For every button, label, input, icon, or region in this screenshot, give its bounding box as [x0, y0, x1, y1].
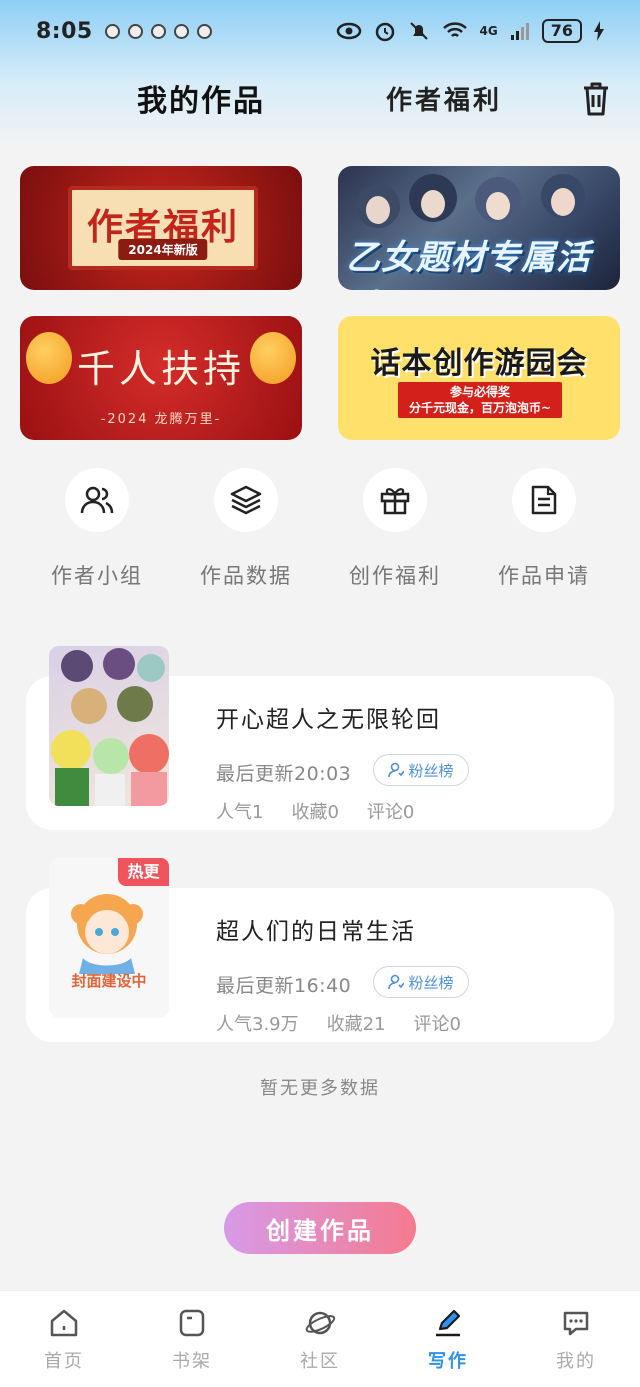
banner-otome-event[interactable]: 乙女题材专属活动 [338, 166, 620, 290]
alarm-icon [375, 22, 394, 42]
status-bar: 8:05 4G 76 [0, 0, 640, 62]
pen-icon [436, 1309, 461, 1337]
person-icon [388, 762, 405, 778]
quick-action-label: 创作福利 [349, 564, 441, 588]
nav-item-bookshelf[interactable]: 书架 [128, 1291, 256, 1387]
tab-author-welfare[interactable]: 作者福利 [386, 80, 502, 117]
mute-icon [409, 22, 428, 40]
quick-action-label: 作品数据 [200, 564, 292, 588]
work-title[interactable]: 开心超人之无限轮回 [216, 700, 441, 734]
page-header: 我的作品 作者福利 [0, 72, 640, 122]
banner-subtitle: -2024 龙腾万里- [100, 412, 222, 427]
tab-my-works[interactable]: 我的作品 [137, 76, 265, 120]
stat-favorites: 收藏21 [326, 1014, 386, 1035]
nav-item-writing[interactable]: 写作 [384, 1291, 512, 1387]
cover-illustration [51, 648, 169, 806]
network-type: 4G [479, 24, 498, 38]
gift-icon [363, 468, 427, 532]
cover-placeholder-text: 封面建设中 [71, 972, 147, 990]
home-icon [50, 1309, 78, 1337]
nav-item-home[interactable]: 首页 [0, 1291, 128, 1387]
quick-action-label: 作品申请 [498, 564, 590, 588]
banner-subtitle-line: 分千元现金，百万泡泡币~ [408, 401, 552, 415]
nav-label: 首页 [44, 1351, 84, 1372]
nav-label: 我的 [556, 1351, 596, 1372]
quick-action-creation-welfare[interactable]: 创作福利 [330, 468, 460, 590]
signal-icon [510, 23, 529, 40]
fans-ranking-label: 粉丝榜 [408, 761, 454, 780]
hot-update-badge: 热更 [118, 858, 169, 886]
create-work-button[interactable]: 创建作品 [224, 1202, 416, 1254]
status-time: 8:05 [36, 18, 93, 44]
people-icon [65, 468, 129, 532]
app-notification-icon [150, 23, 166, 39]
banner-story-fair[interactable]: 话本创作游园会 参与必得奖 分千元现金，百万泡泡币~ [338, 316, 620, 440]
chat-icon [563, 1311, 589, 1336]
fans-ranking-button[interactable]: 粉丝榜 [373, 754, 469, 786]
stat-favorites: 收藏0 [291, 802, 339, 823]
stat-popularity: 人气1 [216, 802, 264, 823]
banner-subtitle-line: 参与必得奖 [449, 385, 510, 399]
person-icon [388, 974, 405, 990]
banner-title: 千人扶持 [76, 347, 245, 391]
nav-item-mine[interactable]: 我的 [512, 1291, 640, 1387]
work-cover-image[interactable] [49, 646, 169, 806]
eye-icon [336, 22, 361, 40]
no-more-data-text: 暂无更多数据 [260, 1078, 380, 1099]
banner-author-welfare[interactable]: 作者福利 2024年新版 [20, 166, 302, 290]
stat-comments: 评论0 [366, 802, 415, 823]
fans-ranking-label: 粉丝榜 [408, 973, 454, 992]
bottom-nav: 首页 书架 社区 写作 我的 [0, 1290, 640, 1387]
stat-comments: 评论0 [413, 1014, 461, 1035]
quick-action-work-application[interactable]: 作品申请 [479, 468, 609, 590]
work-stats: 人气3.9万 收藏21 评论0 [216, 1010, 461, 1036]
nav-label: 写作 [428, 1351, 468, 1372]
work-last-updated: 最后更新16:40 [216, 975, 352, 997]
battery-indicator: 76 [541, 19, 582, 43]
quick-action-work-data[interactable]: 作品数据 [181, 468, 311, 590]
nav-label: 书架 [172, 1351, 212, 1372]
document-icon [512, 468, 576, 532]
nav-label: 社区 [300, 1351, 340, 1372]
quick-action-author-group[interactable]: 作者小组 [32, 468, 162, 590]
fans-ranking-button[interactable]: 粉丝榜 [373, 966, 469, 998]
notification-icons [104, 23, 212, 39]
work-stats: 人气1 收藏0 评论0 [216, 798, 414, 824]
app-notification-icon [173, 23, 189, 39]
planet-icon [305, 1311, 336, 1335]
bookshelf-icon [179, 1309, 205, 1337]
app-notification-icon [127, 23, 143, 39]
work-title[interactable]: 超人们的日常生活 [216, 912, 416, 946]
banner-scroll-decoration: 作者福利 2024年新版 [68, 186, 258, 270]
app-notification-icon [104, 23, 120, 39]
quick-action-label: 作者小组 [51, 564, 143, 588]
banner-title: 乙女题材专属活动 [346, 238, 591, 290]
banner-thousand-support[interactable]: 千人扶持 -2024 龙腾万里- [20, 316, 302, 440]
banner-title: 话本创作游园会 [370, 346, 588, 381]
layers-icon [214, 468, 278, 532]
banner-subtitle: 2024年新版 [118, 239, 208, 260]
app-notification-icon [196, 23, 212, 39]
wifi-icon [442, 22, 467, 37]
trash-icon[interactable] [578, 78, 614, 118]
charging-icon [594, 21, 604, 41]
work-last-updated: 最后更新20:03 [216, 763, 352, 785]
banner-subtitle: 参与必得奖 分千元现金，百万泡泡币~ [398, 382, 562, 418]
nav-item-community[interactable]: 社区 [256, 1291, 384, 1387]
stat-popularity: 人气3.9万 [216, 1014, 299, 1035]
